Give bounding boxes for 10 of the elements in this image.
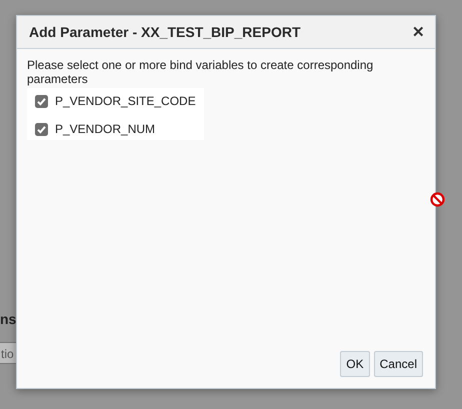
checkbox[interactable] [35, 94, 48, 108]
ok-button[interactable]: OK [340, 351, 370, 377]
cancel-button[interactable]: Cancel [374, 351, 423, 377]
variable-label: P_VENDOR_SITE_CODE [55, 94, 196, 108]
heading-text: ns [0, 311, 16, 327]
close-button[interactable]: ✕ [412, 23, 425, 41]
variable-label: P_VENDOR_NUM [55, 122, 156, 136]
dialog-title: Add Parameter - XX_TEST_BIP_REPORT [29, 24, 301, 40]
instruction-text: Please select one or more bind variables to create corresponding parameters [27, 58, 374, 86]
checkbox[interactable] [35, 122, 48, 136]
